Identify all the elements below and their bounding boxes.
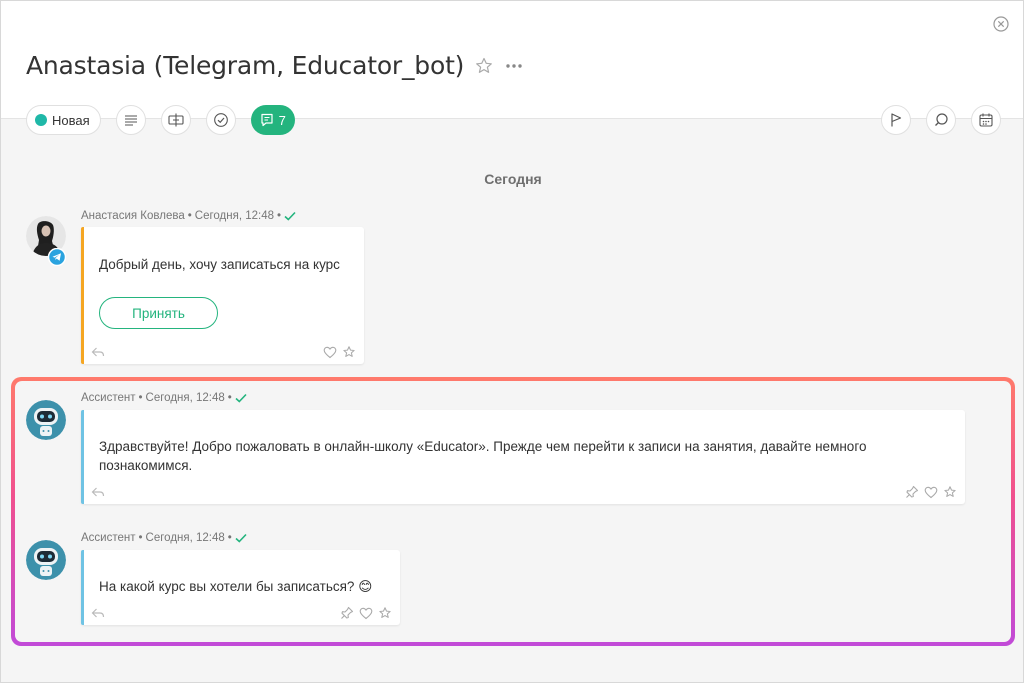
accept-button[interactable]: Принять [99,297,218,329]
flag-button[interactable] [881,105,911,135]
star-icon[interactable] [378,606,392,620]
message-accent [81,550,84,625]
more-icon[interactable] [504,56,524,76]
message-meta: Анастасия Ковлева • Сегодня, 12:48 • [81,210,296,222]
flag-icon [891,113,902,127]
smile-emoji: 😊 [358,579,373,594]
message-time: Сегодня, 12:48 [145,532,225,544]
messages-count: 7 [278,112,286,128]
toolbar-left: Новая 7 [26,105,295,135]
check-icon [235,393,247,403]
message-time: Сегодня, 12:48 [194,210,275,222]
message-bubble: Добрый день, хочу записаться на курс При… [81,227,364,364]
pin-icon[interactable] [340,606,354,620]
status-label: Новая [52,112,90,128]
chat-window: Anastasia (Telegram, Educator_bot) Новая [0,0,1024,683]
message-text-row: На какой курс вы хотели бы записаться? 😊 [99,577,372,596]
chat-header: Anastasia (Telegram, Educator_bot) [1,1,1023,119]
message-text: Здравствуйте! Добро пожаловать в онлайн-… [99,439,867,473]
pin-board-icon [168,113,184,127]
search-icon [935,113,948,126]
list-button[interactable] [115,105,146,135]
star-icon[interactable] [943,485,957,499]
bot-avatar [26,540,66,580]
status-dot [35,114,47,126]
check-circle-icon [213,113,228,127]
status-pill[interactable]: Новая [26,105,101,135]
message-author: Ассистент [81,532,136,544]
check-icon [284,211,296,221]
messages-pill[interactable]: 7 [250,105,295,135]
calendar-button[interactable] [971,105,1001,135]
message-accent [81,227,84,364]
message-actions [905,485,957,499]
message-meta: Ассистент • Сегодня, 12:48 • [81,532,247,544]
title-row: Anastasia (Telegram, Educator_bot) [26,51,524,80]
message-time: Сегодня, 12:48 [145,392,225,404]
message-bubble: Здравствуйте! Добро пожаловать в онлайн-… [81,410,965,504]
telegram-icon [48,248,66,266]
message-bubble: На какой курс вы хотели бы записаться? 😊 [81,550,400,625]
message-actions [340,606,392,620]
day-separator: Сегодня [484,171,542,187]
heart-icon[interactable] [323,346,337,359]
star-icon[interactable] [342,345,356,359]
message-meta: Ассистент • Сегодня, 12:48 • [81,392,247,404]
heart-icon[interactable] [924,486,938,499]
search-button[interactable] [926,105,956,135]
heart-icon[interactable] [359,607,373,620]
tasks-button[interactable] [205,105,236,135]
bot-avatar [26,400,66,440]
message-text: Добрый день, хочу записаться на курс [99,257,340,272]
message-text: На какой курс вы хотели бы записаться? [99,579,355,594]
chat-title: Anastasia (Telegram, Educator_bot) [26,51,465,80]
reply-icon[interactable] [91,607,105,619]
list-icon [124,115,137,126]
message-icon [261,113,273,127]
message-accent [81,410,84,504]
message-author: Анастасия Ковлева [81,210,185,222]
close-icon[interactable] [993,16,1009,32]
check-icon [235,533,247,543]
pin-board-button[interactable] [160,105,191,135]
message-author: Ассистент [81,392,136,404]
reply-icon[interactable] [91,486,105,498]
calendar-icon [979,113,993,127]
star-icon[interactable] [474,56,494,76]
reply-icon[interactable] [91,346,105,358]
message-actions [323,345,356,359]
toolbar-right [866,105,1001,135]
pin-icon[interactable] [905,485,919,499]
